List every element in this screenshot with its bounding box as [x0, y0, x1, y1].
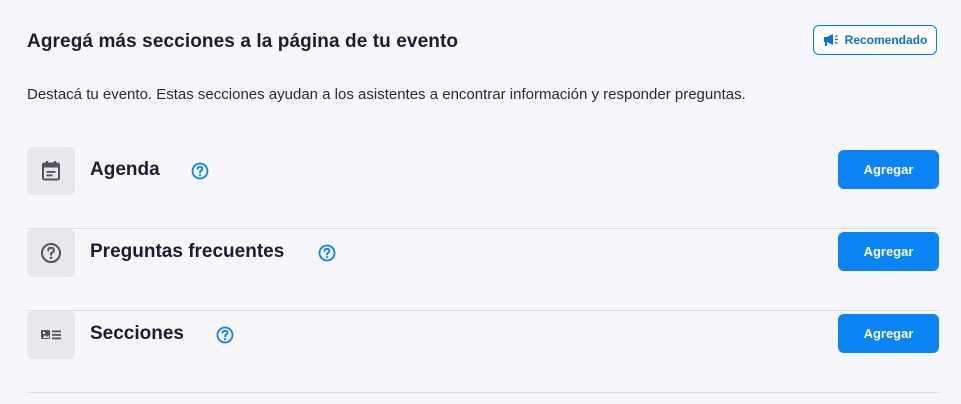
question-circle-icon [27, 229, 75, 277]
card-icon [27, 311, 75, 359]
add-agenda-button[interactable]: Agregar [838, 150, 939, 189]
section-label-faq: Preguntas frecuentes [90, 241, 285, 262]
panel-title: Agregá más secciones a la página de tu e… [27, 31, 459, 52]
recommended-badge-label: Recomendado [844, 33, 928, 47]
recommended-badge: Recomendado [813, 25, 937, 55]
megaphone-icon [823, 33, 839, 47]
help-circle-icon[interactable] [191, 162, 209, 180]
section-row-sections: Secciones Agregar [27, 311, 939, 393]
section-label-sections: Secciones [90, 323, 184, 344]
section-row-agenda: Agenda Agregar [27, 147, 939, 229]
help-circle-icon[interactable] [318, 244, 336, 262]
calendar-icon [27, 147, 75, 195]
panel-subtitle: Destacá tu evento. Estas secciones ayuda… [27, 86, 746, 103]
section-row-faq: Preguntas frecuentes Agregar [27, 229, 939, 311]
add-sections-button[interactable]: Agregar [838, 314, 939, 353]
help-circle-icon[interactable] [216, 326, 234, 344]
section-label-agenda: Agenda [90, 159, 160, 180]
add-faq-button[interactable]: Agregar [838, 232, 939, 271]
sections-panel: Agregá más secciones a la página de tu e… [0, 0, 961, 404]
